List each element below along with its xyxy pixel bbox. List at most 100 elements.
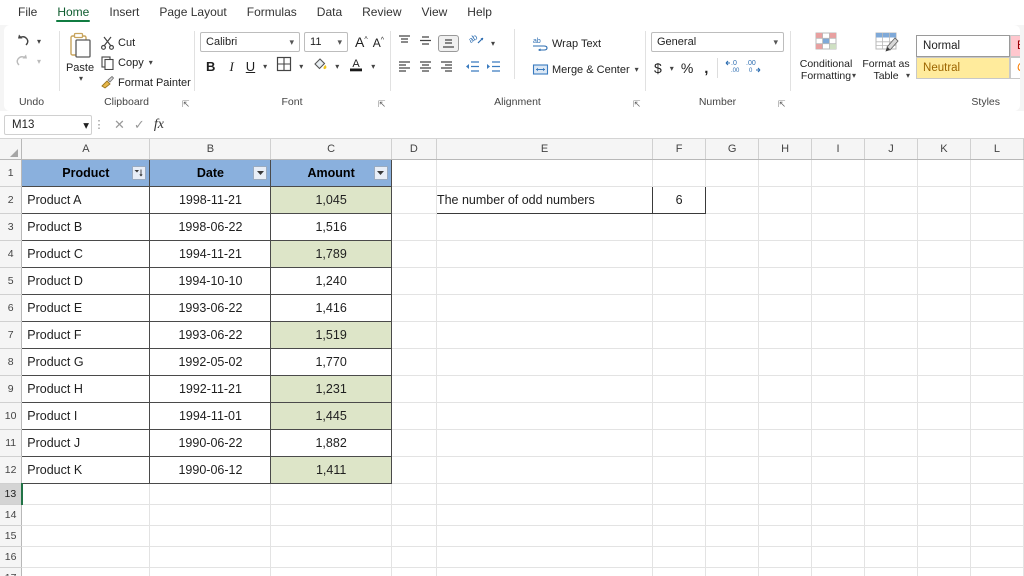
tab-home[interactable]: Home (47, 0, 99, 24)
cell-k5[interactable] (917, 267, 970, 294)
conditional-formatting-chevron-down-icon[interactable]: ▾ (852, 71, 856, 80)
cell-i14[interactable] (812, 504, 865, 525)
cell-style-calculation[interactable]: C (1010, 57, 1020, 79)
cell-c10[interactable]: 1,445 (271, 402, 391, 429)
cell-d9[interactable] (391, 375, 436, 402)
cell-j15[interactable] (865, 525, 918, 546)
cell-a11[interactable]: Product J (22, 429, 150, 456)
align-right-button[interactable] (438, 59, 455, 79)
cell-a10[interactable]: Product I (22, 402, 150, 429)
cell-l16[interactable] (970, 546, 1023, 567)
cell-d16[interactable] (391, 546, 436, 567)
cell-k10[interactable] (917, 402, 970, 429)
format-as-table-button[interactable]: Format as Table ▾ (862, 31, 910, 80)
filter-icon-date[interactable] (253, 166, 267, 180)
cell-b12[interactable]: 1990-06-12 (150, 456, 271, 483)
cell-f7[interactable] (653, 321, 706, 348)
cut-button[interactable]: Cut (97, 33, 194, 52)
column-header-f[interactable]: F (653, 139, 706, 159)
cell-c15[interactable] (271, 525, 391, 546)
cell-l12[interactable] (970, 456, 1023, 483)
cell-e2-annotation-label[interactable]: The number of odd numbers (436, 186, 652, 213)
format-as-table-chevron-down-icon[interactable]: ▾ (906, 71, 910, 80)
cell-k16[interactable] (917, 546, 970, 567)
cell-a12[interactable]: Product K (22, 456, 150, 483)
cell-e4[interactable] (436, 240, 652, 267)
cell-d4[interactable] (391, 240, 436, 267)
row-header-11[interactable]: 11 (0, 429, 22, 456)
column-header-l[interactable]: L (970, 139, 1023, 159)
cell-c11[interactable]: 1,882 (271, 429, 391, 456)
clipboard-dialog-launcher-icon[interactable]: ⇱ (182, 99, 192, 109)
increase-font-size-button[interactable]: A^ (355, 34, 368, 50)
cell-l7[interactable] (970, 321, 1023, 348)
tab-help[interactable]: Help (457, 0, 502, 24)
cell-b2[interactable]: 1998-11-21 (150, 186, 271, 213)
cell-d12[interactable] (391, 456, 436, 483)
cell-d8[interactable] (391, 348, 436, 375)
cell-e7[interactable] (436, 321, 652, 348)
cell-h1[interactable] (759, 159, 812, 186)
cell-k15[interactable] (917, 525, 970, 546)
cell-j13[interactable] (865, 483, 918, 504)
increase-decimal-button[interactable]: .0 .00 (717, 58, 742, 78)
row-header-9[interactable]: 9 (0, 375, 22, 402)
paste-chevron-down-icon[interactable]: ▾ (79, 74, 83, 83)
cell-e1[interactable] (436, 159, 652, 186)
cell-d3[interactable] (391, 213, 436, 240)
cell-e8[interactable] (436, 348, 652, 375)
cell-k14[interactable] (917, 504, 970, 525)
cell-e6[interactable] (436, 294, 652, 321)
cell-k7[interactable] (917, 321, 970, 348)
cell-l1[interactable] (970, 159, 1023, 186)
cell-b13[interactable] (150, 483, 271, 504)
cell-e10[interactable] (436, 402, 652, 429)
cell-l10[interactable] (970, 402, 1023, 429)
cell-f11[interactable] (653, 429, 706, 456)
cell-k4[interactable] (917, 240, 970, 267)
table-header-amount[interactable]: Amount (271, 159, 391, 186)
conditional-formatting-button[interactable]: Conditional Formatting ▾ (796, 31, 856, 80)
cell-k1[interactable] (917, 159, 970, 186)
cell-h5[interactable] (759, 267, 812, 294)
cell-j11[interactable] (865, 429, 918, 456)
cell-k12[interactable] (917, 456, 970, 483)
column-header-a[interactable]: A (22, 139, 150, 159)
cell-e16[interactable] (436, 546, 652, 567)
cell-c6[interactable]: 1,416 (271, 294, 391, 321)
copy-chevron-down-icon[interactable]: ▾ (149, 58, 153, 67)
cell-f9[interactable] (653, 375, 706, 402)
cell-i3[interactable] (812, 213, 865, 240)
tab-view[interactable]: View (412, 0, 458, 24)
merge-center-button[interactable]: Merge & Center ▾ (529, 60, 642, 79)
cell-style-neutral[interactable]: Neutral (916, 57, 1010, 79)
cell-l6[interactable] (970, 294, 1023, 321)
cell-b14[interactable] (150, 504, 271, 525)
increase-indent-button[interactable] (485, 59, 502, 79)
name-box-chevron-down-icon[interactable]: ▾ (83, 118, 89, 132)
cell-c8[interactable]: 1,770 (271, 348, 391, 375)
cell-f12[interactable] (653, 456, 706, 483)
tab-formulas[interactable]: Formulas (237, 0, 307, 24)
cell-f14[interactable] (653, 504, 706, 525)
cell-j10[interactable] (865, 402, 918, 429)
cell-c2[interactable]: 1,045 (271, 186, 391, 213)
cell-g15[interactable] (706, 525, 759, 546)
cell-d15[interactable] (391, 525, 436, 546)
cell-d14[interactable] (391, 504, 436, 525)
column-header-d[interactable]: D (391, 139, 436, 159)
number-format-select[interactable]: General ▾ (651, 32, 784, 52)
cell-f6[interactable] (653, 294, 706, 321)
cell-c7[interactable]: 1,519 (271, 321, 391, 348)
name-box[interactable]: M13 ▾ (4, 115, 92, 135)
cell-j17[interactable] (865, 567, 918, 576)
cell-h9[interactable] (759, 375, 812, 402)
cell-g1[interactable] (706, 159, 759, 186)
cell-k2[interactable] (917, 186, 970, 213)
cell-a17[interactable] (22, 567, 150, 576)
select-all-corner[interactable] (0, 139, 22, 159)
cell-g10[interactable] (706, 402, 759, 429)
cell-h8[interactable] (759, 348, 812, 375)
cell-g4[interactable] (706, 240, 759, 267)
cell-d7[interactable] (391, 321, 436, 348)
